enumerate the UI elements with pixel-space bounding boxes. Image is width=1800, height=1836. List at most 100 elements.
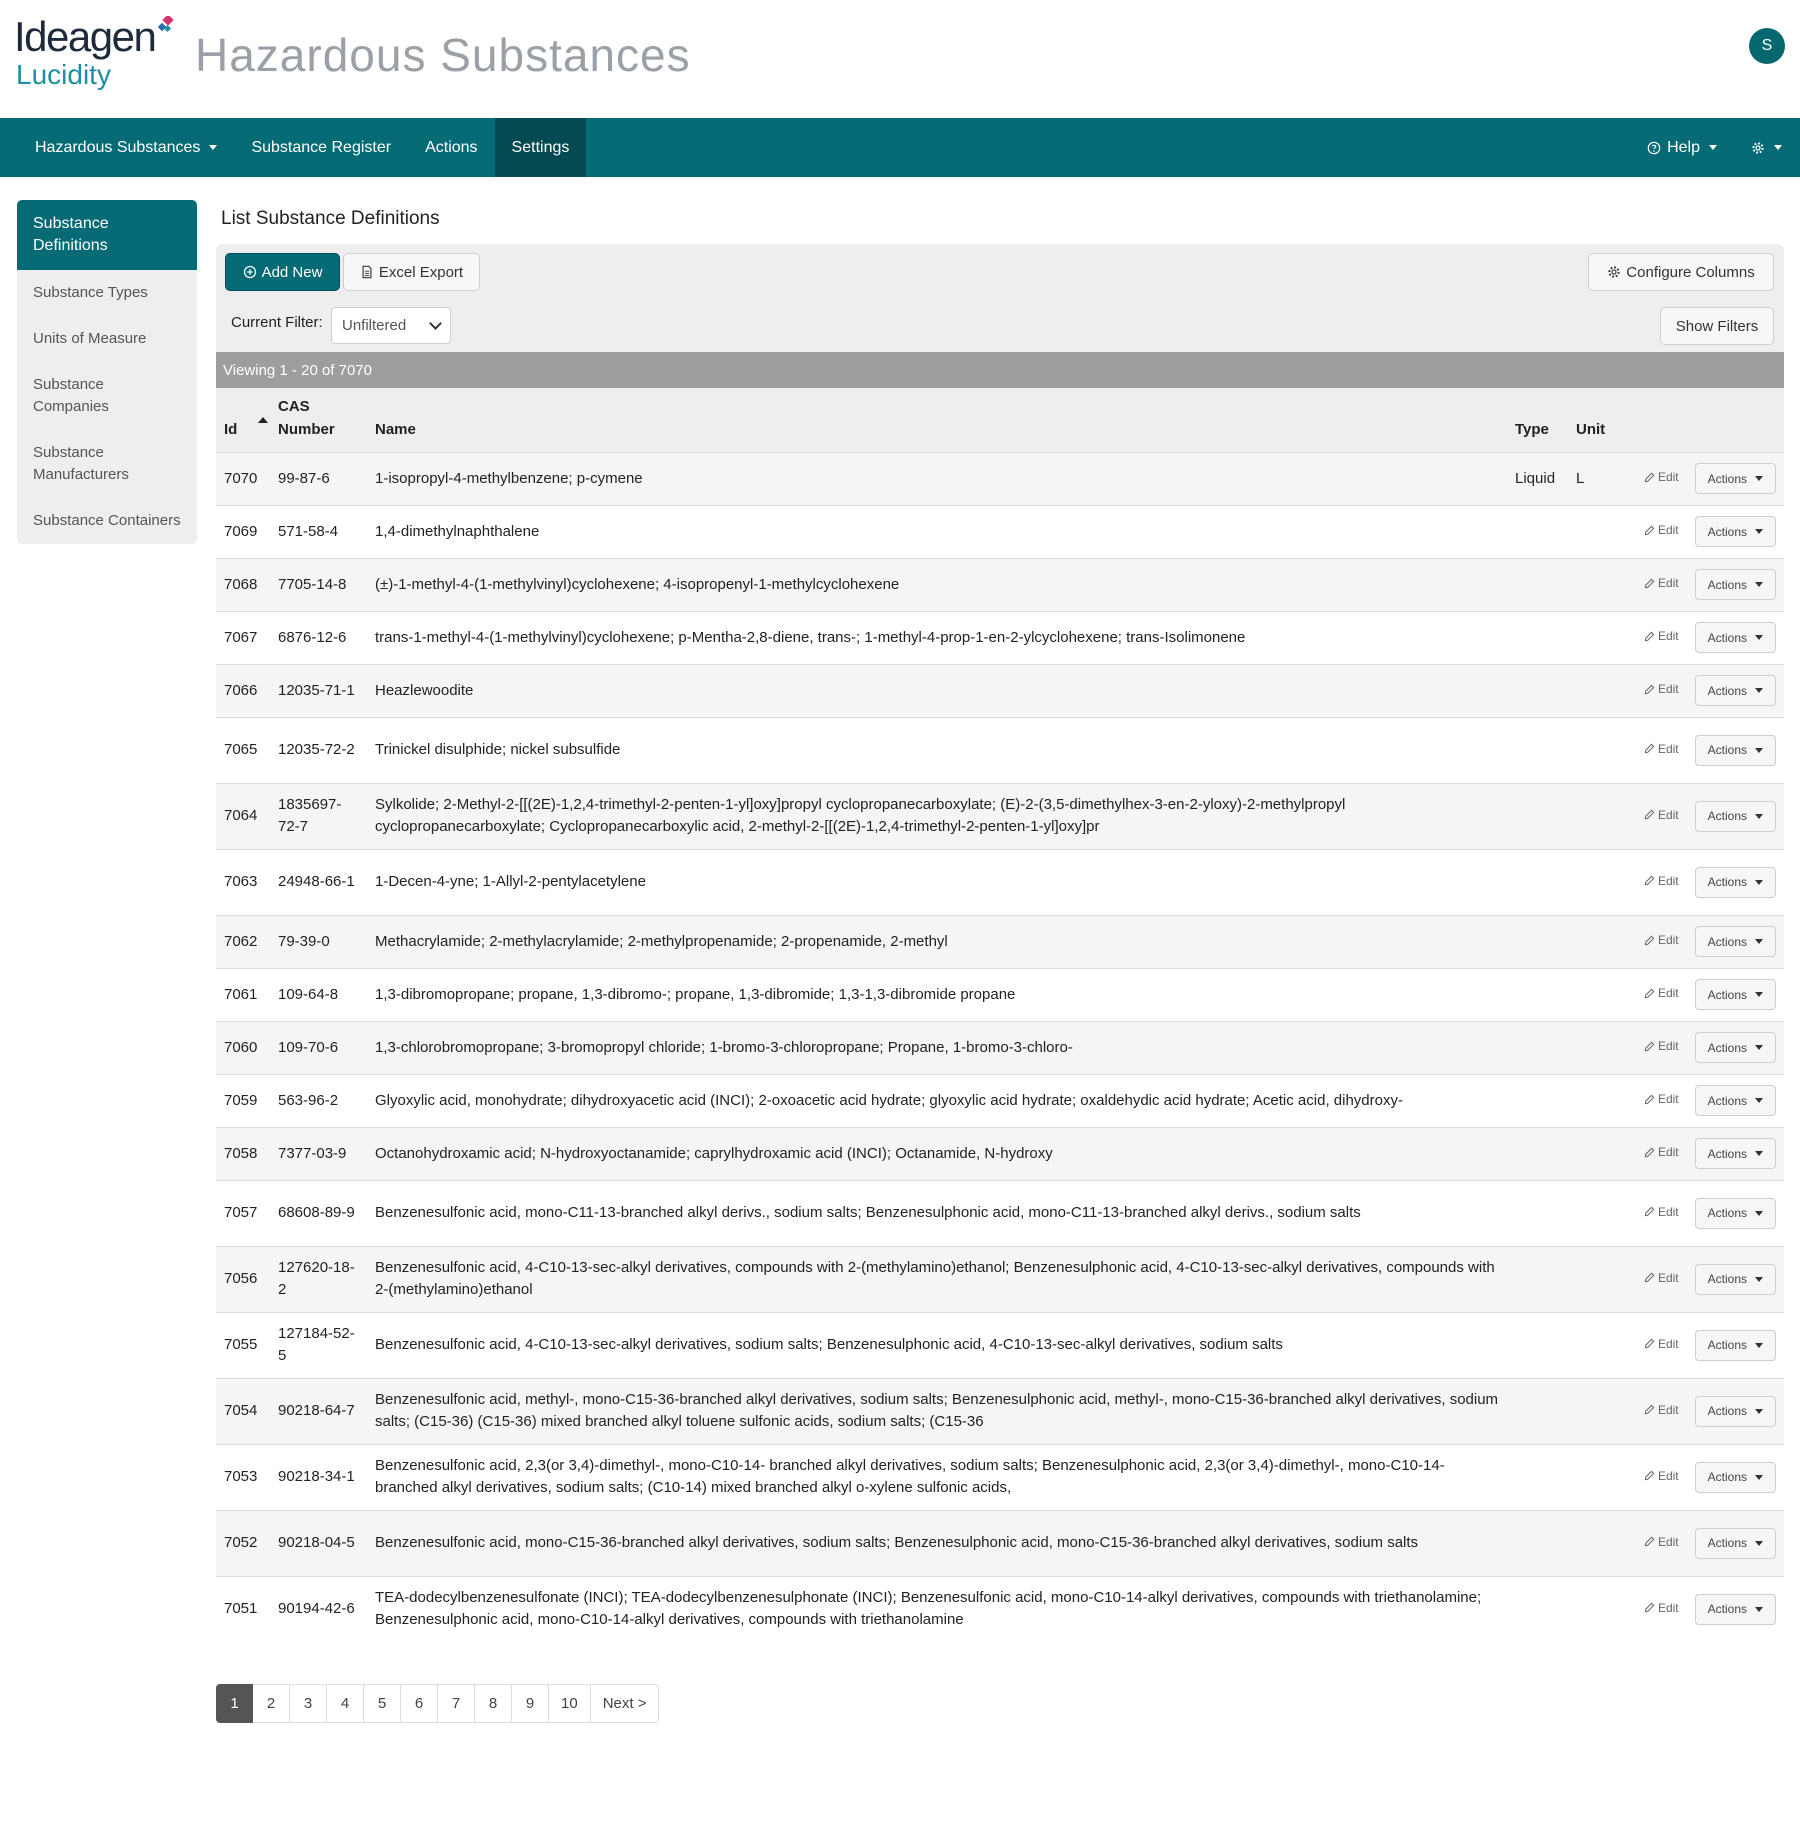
- row-actions-button[interactable]: Actions: [1694, 516, 1776, 547]
- sidebar-item-substance-definitions[interactable]: Substance Definitions: [17, 200, 197, 270]
- edit-link[interactable]: Edit: [1644, 1035, 1679, 1057]
- nav-actions[interactable]: Actions: [408, 118, 494, 177]
- sidebar-item-substance-containers[interactable]: Substance Containers: [17, 498, 197, 544]
- table-row[interactable]: 7052 90218-04-5 Benzenesulfonic acid, mono…: [216, 1509, 1784, 1576]
- page-button-3[interactable]: 3: [290, 1684, 327, 1723]
- nav-settings-menu[interactable]: [1741, 118, 1800, 177]
- row-actions-button[interactable]: Actions: [1694, 1527, 1776, 1559]
- row-actions-button[interactable]: Actions: [1694, 569, 1776, 600]
- nav-substance-register[interactable]: Substance Register: [234, 118, 408, 177]
- table-row[interactable]: 7051 90194-42-6 TEA-dodecylbenzenesulfonat…: [216, 1575, 1784, 1642]
- row-actions-button[interactable]: Actions: [1694, 1032, 1776, 1063]
- nav-settings[interactable]: Settings: [494, 118, 587, 177]
- row-actions-button[interactable]: Actions: [1694, 675, 1776, 706]
- edit-link[interactable]: Edit: [1644, 625, 1679, 647]
- table-row[interactable]: 7057 68608-89-9 Benzenesulfonic acid, mono…: [216, 1179, 1784, 1246]
- column-header-type[interactable]: Type: [1507, 388, 1568, 452]
- edit-link[interactable]: Edit: [1644, 1531, 1679, 1553]
- edit-link[interactable]: Edit: [1644, 929, 1679, 951]
- edit-link[interactable]: Edit: [1644, 1333, 1679, 1355]
- table-row[interactable]: 7069 571-58-4 1,4-dimethylnaphthalene Edit A…: [216, 504, 1784, 558]
- sidebar-item-substance-manufacturers[interactable]: Substance Manufacturers: [17, 430, 197, 498]
- row-actions-button[interactable]: Actions: [1694, 1263, 1776, 1295]
- row-actions-button[interactable]: Actions: [1694, 1395, 1776, 1427]
- row-actions-button[interactable]: Actions: [1694, 926, 1776, 957]
- table-row[interactable]: 7054 90218-64-7 Benzenesulfonic acid, meth…: [216, 1377, 1784, 1444]
- edit-link[interactable]: Edit: [1644, 519, 1679, 541]
- row-actions-button[interactable]: Actions: [1694, 1085, 1776, 1116]
- edit-link[interactable]: Edit: [1644, 1597, 1679, 1619]
- sidebar-item-units-of-measure[interactable]: Units of Measure: [17, 316, 197, 362]
- table-row[interactable]: 7070 99-87-6 1-isopropyl-4-methylbenzene; …: [216, 451, 1784, 505]
- edit-link[interactable]: Edit: [1644, 1141, 1679, 1163]
- table-row[interactable]: 7066 12035-71-1 Heazlewoodite Edit Actions: [216, 663, 1784, 717]
- row-actions-button[interactable]: Actions: [1694, 866, 1776, 898]
- cell-id: 7067: [216, 610, 270, 664]
- page-button-9[interactable]: 9: [512, 1684, 549, 1723]
- column-header-cas-number[interactable]: CAS Number: [270, 388, 367, 452]
- table-row[interactable]: 7059 563-96-2 Glyoxylic acid, monohydrate;…: [216, 1073, 1784, 1127]
- edit-link[interactable]: Edit: [1644, 1201, 1679, 1223]
- sidebar-item-substance-companies[interactable]: Substance Companies: [17, 362, 197, 430]
- edit-link[interactable]: Edit: [1644, 572, 1679, 594]
- sidebar-item-substance-types[interactable]: Substance Types: [17, 270, 197, 316]
- edit-link[interactable]: Edit: [1644, 678, 1679, 700]
- page-button-4[interactable]: 4: [327, 1684, 364, 1723]
- row-actions-button[interactable]: Actions: [1694, 734, 1776, 766]
- nav-hazardous-substances[interactable]: Hazardous Substances: [0, 118, 234, 177]
- page-button-10[interactable]: 10: [549, 1684, 591, 1723]
- table-row[interactable]: 7068 7705-14-8 (±)-1-methyl-4-(1-methylvin…: [216, 557, 1784, 611]
- edit-link[interactable]: Edit: [1644, 804, 1679, 826]
- nav-help[interactable]: Help: [1630, 118, 1741, 177]
- row-actions-button[interactable]: Actions: [1694, 979, 1776, 1010]
- table-row[interactable]: 7053 90218-34-1 Benzenesulfonic acid, 2,3(…: [216, 1443, 1784, 1510]
- page-button-2[interactable]: 2: [253, 1684, 290, 1723]
- table-row[interactable]: 7062 79-39-0 Methacrylamide; 2-methylacryl…: [216, 914, 1784, 968]
- row-actions-button[interactable]: Actions: [1694, 1197, 1776, 1229]
- page-button-5[interactable]: 5: [364, 1684, 401, 1723]
- excel-export-button[interactable]: Excel Export: [343, 253, 480, 291]
- edit-link[interactable]: Edit: [1644, 466, 1679, 488]
- add-new-button[interactable]: Add New: [225, 253, 340, 291]
- edit-link[interactable]: Edit: [1644, 738, 1679, 760]
- column-header-name[interactable]: Name: [367, 388, 1507, 452]
- row-actions-button[interactable]: Actions: [1694, 1138, 1776, 1169]
- page-button-6[interactable]: 6: [401, 1684, 438, 1723]
- show-filters-button[interactable]: Show Filters: [1660, 307, 1774, 345]
- page-button-8[interactable]: 8: [475, 1684, 512, 1723]
- row-actions-button[interactable]: Actions: [1694, 622, 1776, 653]
- table-row[interactable]: 7060 109-70-6 1,3-chlorobromopropane; 3-br…: [216, 1020, 1784, 1074]
- table-row[interactable]: 7064 1835697-72-7 Sylkolide; 2-Methyl-2-[[…: [216, 782, 1784, 849]
- cell-row-actions: Edit Actions: [1623, 1179, 1784, 1246]
- configure-columns-button[interactable]: Configure Columns: [1588, 253, 1774, 291]
- row-actions-button[interactable]: Actions: [1694, 1329, 1776, 1361]
- next-page-button[interactable]: Next >: [590, 1684, 660, 1723]
- table-row[interactable]: 7061 109-64-8 1,3-dibromopropane; propane,…: [216, 967, 1784, 1021]
- table-row[interactable]: 7063 24948-66-1 1-Decen-4-yne; 1-Allyl-2-p…: [216, 848, 1784, 915]
- edit-link[interactable]: Edit: [1644, 1399, 1679, 1421]
- row-actions-button[interactable]: Actions: [1694, 1593, 1776, 1625]
- row-actions-button[interactable]: Actions: [1694, 463, 1776, 494]
- ideagen-lucidity-logo[interactable]: Ideagen Lucidity: [14, 14, 174, 90]
- row-actions-button[interactable]: Actions: [1694, 1461, 1776, 1493]
- column-header-unit[interactable]: Unit: [1568, 388, 1623, 452]
- edit-link[interactable]: Edit: [1644, 870, 1679, 892]
- edit-link[interactable]: Edit: [1644, 1088, 1679, 1110]
- table-row[interactable]: 7058 7377-03-9 Octanohydroxamic acid; N-hy…: [216, 1126, 1784, 1180]
- page-button-7[interactable]: 7: [438, 1684, 475, 1723]
- actions-label: Actions: [1707, 524, 1747, 539]
- table-row[interactable]: 7055 127184-52-5 Benzenesulfonic acid, 4-C…: [216, 1311, 1784, 1378]
- cell-name: 1,3-dibromopropane; propane, 1,3-dibromo…: [367, 967, 1507, 1021]
- user-avatar[interactable]: S: [1749, 28, 1785, 64]
- table-row[interactable]: 7056 127620-18-2 Benzenesulfonic acid, 4-C…: [216, 1245, 1784, 1312]
- table-row[interactable]: 7067 6876-12-6 trans-1-methyl-4-(1-methylv…: [216, 610, 1784, 664]
- edit-label: Edit: [1657, 933, 1679, 947]
- column-header-id[interactable]: Id: [216, 388, 270, 452]
- page-button-1[interactable]: 1: [216, 1684, 253, 1723]
- edit-link[interactable]: Edit: [1644, 1465, 1679, 1487]
- edit-link[interactable]: Edit: [1644, 982, 1679, 1004]
- table-row[interactable]: 7065 12035-72-2 Trinickel disulphide; nick…: [216, 716, 1784, 783]
- current-filter-select[interactable]: Unfiltered: [331, 307, 451, 344]
- edit-link[interactable]: Edit: [1644, 1267, 1679, 1289]
- row-actions-button[interactable]: Actions: [1694, 800, 1776, 832]
